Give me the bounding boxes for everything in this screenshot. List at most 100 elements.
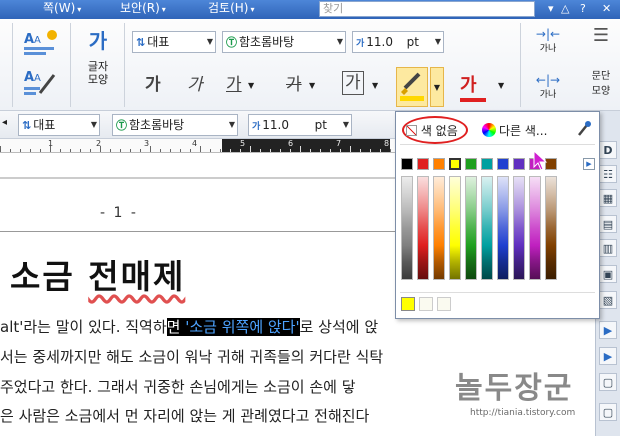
svg-text:A: A	[24, 70, 34, 85]
ruler-tick	[10, 149, 11, 152]
menu-tab-review[interactable]: 검토(H) ▾	[205, 0, 254, 19]
svg-text:A: A	[34, 73, 41, 84]
color-gradient-column[interactable]	[449, 176, 461, 280]
ruler-number: 2	[96, 139, 102, 148]
ruler-tick	[330, 149, 331, 152]
style-combo[interactable]: ⇅ 대표 ▼	[132, 31, 216, 53]
highlighter-icon	[400, 72, 424, 101]
ruler-number: 1	[48, 139, 54, 148]
recent-color-swatch[interactable]	[437, 297, 451, 311]
color-gradient-column[interactable]	[417, 176, 429, 280]
color-gradient-column[interactable]	[497, 176, 509, 280]
question-icon[interactable]: ?	[580, 0, 586, 18]
underline-button[interactable]: 가	[226, 74, 242, 96]
color-gradient-column[interactable]	[481, 176, 493, 280]
ruler-tick	[300, 146, 301, 152]
selected-text: 면 '소금 위쪽에 앉다'	[166, 318, 300, 336]
side-arrow-icon[interactable]: ▶	[599, 347, 617, 365]
highlight-button[interactable]	[396, 67, 428, 107]
side-button-page-icon[interactable]: ▤	[599, 215, 617, 233]
close-icon[interactable]: ✕	[602, 0, 611, 18]
color-swatch[interactable]	[481, 158, 493, 170]
recent-color-swatch[interactable]	[419, 297, 433, 311]
size-icon: 가	[356, 39, 365, 49]
color-swatch[interactable]	[417, 158, 429, 170]
chevron-down-icon[interactable]: ▼	[248, 81, 254, 90]
ruler-tick	[270, 149, 271, 152]
strikethrough-button[interactable]: 가	[286, 74, 302, 96]
chevron-down-icon[interactable]: ▼	[498, 81, 504, 90]
color-gradient-column[interactable]	[401, 176, 413, 280]
toolbar-arrow-icon[interactable]: ◂	[2, 117, 7, 128]
side-button-clip-icon[interactable]: ▧	[599, 291, 617, 309]
menu-tab-page[interactable]: 쪽(W) ▾	[40, 0, 81, 19]
ruler-tick	[230, 149, 231, 152]
side-button-box-icon[interactable]: ▢	[599, 373, 617, 391]
recent-color-swatch[interactable]	[401, 297, 415, 311]
chevron-down-icon[interactable]: ▼	[309, 81, 315, 90]
chevron-down-icon[interactable]: ▾	[548, 0, 554, 18]
menu-tab-security[interactable]: 보안(R) ▾	[117, 0, 166, 19]
ruler-tick	[70, 149, 71, 152]
side-button-list-icon[interactable]: ☷	[599, 165, 617, 183]
chevron-down-icon[interactable]: ▼	[372, 81, 378, 90]
font-size-combo[interactable]: 가 11.0 pt ▼	[352, 31, 444, 53]
style-icon: ⇅	[22, 119, 32, 132]
mouse-cursor-icon	[533, 149, 549, 176]
ruler-tick	[20, 149, 21, 152]
bold-button[interactable]: 가	[145, 74, 161, 96]
search-input[interactable]: 찾기	[319, 1, 535, 17]
color-gradient-column[interactable]	[465, 176, 477, 280]
ruler-number: 5	[240, 139, 246, 148]
font-size-combo-2[interactable]: 가 11.0 pt ▼	[248, 114, 352, 136]
italic-button[interactable]: 가	[187, 74, 203, 96]
ruler-tick	[350, 146, 351, 152]
ruler-tick	[140, 149, 141, 152]
style-combo-2[interactable]: ⇅ 대표 ▼	[18, 114, 100, 136]
ruler-tick	[160, 149, 161, 152]
color-gradient-column[interactable]	[513, 176, 525, 280]
palette-next-icon[interactable]: ▶	[583, 158, 595, 170]
side-arrow-icon[interactable]: ▶	[599, 321, 617, 339]
ruler-number: 3	[144, 139, 150, 148]
ruler-tick	[240, 149, 241, 152]
ruler-tick	[190, 149, 191, 152]
color-swatch[interactable]	[465, 158, 477, 170]
ruler-number: 4	[192, 139, 198, 148]
font-combo-2[interactable]: Ⓣ 함초롬바탕 ▼	[112, 114, 238, 136]
color-swatch[interactable]	[513, 158, 525, 170]
side-button-doc-icon[interactable]: ▥	[599, 239, 617, 257]
ruler-number: 7	[336, 139, 342, 148]
side-button-note-icon[interactable]: ▣	[599, 265, 617, 283]
char-shape-button[interactable]: 가 글자 모양	[78, 23, 118, 105]
color-gradient-column[interactable]	[545, 176, 557, 280]
ruler-tick	[30, 149, 31, 152]
para-shape-button[interactable]: ☰ 문단 모양	[584, 25, 618, 97]
color-swatch[interactable]	[401, 158, 413, 170]
color-gradient-column[interactable]	[433, 176, 445, 280]
ruler-tick	[370, 149, 371, 152]
divider	[12, 23, 13, 107]
letter-spacing-narrow-button[interactable]: →|← 가나	[530, 27, 566, 54]
chevron-down-icon: ▼	[228, 120, 235, 129]
text-color-button[interactable]: 가	[460, 71, 486, 102]
color-gradient-column[interactable]	[529, 176, 541, 280]
ruler-tick	[170, 149, 171, 152]
outline-button[interactable]: 가	[342, 71, 364, 95]
paragraph-lines-icon: ☰	[592, 25, 610, 46]
style-edit-icon[interactable]: AA	[22, 67, 60, 99]
color-palette	[396, 112, 599, 318]
side-button-grid-icon[interactable]: ▦	[599, 189, 617, 207]
size-icon: 가	[252, 122, 261, 132]
color-swatch[interactable]	[497, 158, 509, 170]
side-button-d[interactable]: D	[599, 141, 617, 159]
ruler-tick	[90, 149, 91, 152]
color-swatch[interactable]	[449, 158, 461, 170]
letter-spacing-wide-button[interactable]: ←|→ 가나	[530, 73, 566, 100]
color-swatch[interactable]	[433, 158, 445, 170]
highlight-dropdown[interactable]: ▼	[430, 67, 444, 107]
side-button-box-icon[interactable]: ▢	[599, 403, 617, 421]
style-apply-icon[interactable]: AA	[22, 29, 60, 57]
help-icon[interactable]: △	[561, 0, 569, 18]
font-combo[interactable]: Ⓣ 함초롬바탕 ▼	[222, 31, 346, 53]
